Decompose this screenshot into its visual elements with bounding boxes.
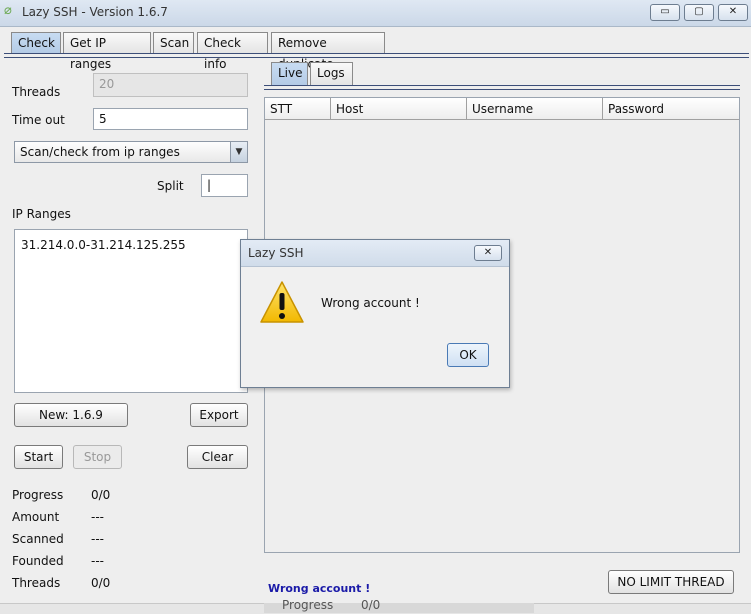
scan-mode-value: Scan/check from ip ranges bbox=[20, 145, 180, 159]
start-button[interactable]: Start bbox=[14, 445, 63, 469]
scanned-label: Scanned bbox=[12, 532, 64, 546]
threads-input: 20 bbox=[93, 73, 248, 97]
split-input[interactable]: | bbox=[201, 174, 248, 197]
background-progress-label: Progress bbox=[282, 598, 334, 612]
threads-label: Threads bbox=[12, 85, 61, 99]
status-text: Wrong account ! bbox=[268, 582, 371, 595]
close-button[interactable]: ✕ bbox=[718, 4, 748, 21]
window-title: Lazy SSH - Version 1.6.7 bbox=[22, 5, 168, 19]
tab-remove-duplicate[interactable]: Remove duplicate bbox=[271, 32, 385, 71]
new-version-button[interactable]: New: 1.6.9 bbox=[14, 403, 128, 427]
tab-check[interactable]: Check bbox=[11, 32, 61, 53]
ip-ranges-textarea[interactable]: 31.214.0.0-31.214.125.255 bbox=[14, 229, 248, 393]
scan-mode-select[interactable]: Scan/check from ip ranges ▼ bbox=[14, 141, 248, 163]
founded-value: --- bbox=[91, 554, 104, 568]
export-button[interactable]: Export bbox=[190, 403, 248, 427]
background-progress-value: 0/0 bbox=[361, 598, 381, 612]
column-stt[interactable]: STT bbox=[265, 98, 331, 120]
progress-value: 0/0 bbox=[91, 488, 111, 502]
maximize-button[interactable]: ▢ bbox=[684, 4, 714, 21]
tab-get-ip-ranges[interactable]: Get IP ranges bbox=[63, 32, 151, 71]
tab-divider bbox=[4, 53, 749, 58]
progress-label: Progress bbox=[12, 488, 64, 502]
tab-check-info[interactable]: Check info bbox=[197, 32, 268, 71]
amount-value: --- bbox=[91, 510, 104, 524]
timeout-label: Time out bbox=[12, 113, 65, 127]
tab-logs[interactable]: Logs bbox=[310, 62, 353, 85]
dialog-title: Lazy SSH bbox=[248, 246, 304, 260]
minimize-button[interactable]: ▭ bbox=[650, 4, 680, 21]
warning-icon bbox=[259, 280, 305, 324]
threads-stat-label: Threads bbox=[12, 576, 61, 590]
ok-button[interactable]: OK bbox=[447, 343, 489, 367]
amount-label: Amount bbox=[12, 510, 60, 524]
timeout-input[interactable]: 5 bbox=[93, 108, 248, 130]
column-password[interactable]: Password bbox=[603, 98, 739, 120]
app-icon: ⌀ bbox=[4, 3, 12, 18]
split-label: Split bbox=[157, 179, 184, 193]
column-username[interactable]: Username bbox=[467, 98, 603, 120]
column-host[interactable]: Host bbox=[331, 98, 467, 120]
no-limit-thread-button[interactable]: NO LIMIT THREAD bbox=[608, 570, 734, 594]
scanned-value: --- bbox=[91, 532, 104, 546]
threads-stat-value: 0/0 bbox=[91, 576, 111, 590]
ip-ranges-label: IP Ranges bbox=[12, 207, 71, 221]
subtab-divider bbox=[264, 85, 740, 90]
title-bar: ⌀ Lazy SSH - Version 1.6.7 ▭ ▢ ✕ bbox=[0, 0, 751, 27]
dialog-title-bar: Lazy SSH ✕ bbox=[241, 240, 509, 267]
dialog-close-button[interactable]: ✕ bbox=[474, 245, 502, 261]
message-dialog: Lazy SSH ✕ Wrong account ! OK bbox=[240, 239, 510, 388]
tab-scan[interactable]: Scan bbox=[153, 32, 194, 53]
dialog-message: Wrong account ! bbox=[321, 296, 420, 310]
clear-button[interactable]: Clear bbox=[187, 445, 248, 469]
founded-label: Founded bbox=[12, 554, 64, 568]
stop-button: Stop bbox=[73, 445, 122, 469]
tab-live[interactable]: Live bbox=[271, 62, 308, 85]
chevron-down-icon[interactable]: ▼ bbox=[230, 142, 247, 162]
